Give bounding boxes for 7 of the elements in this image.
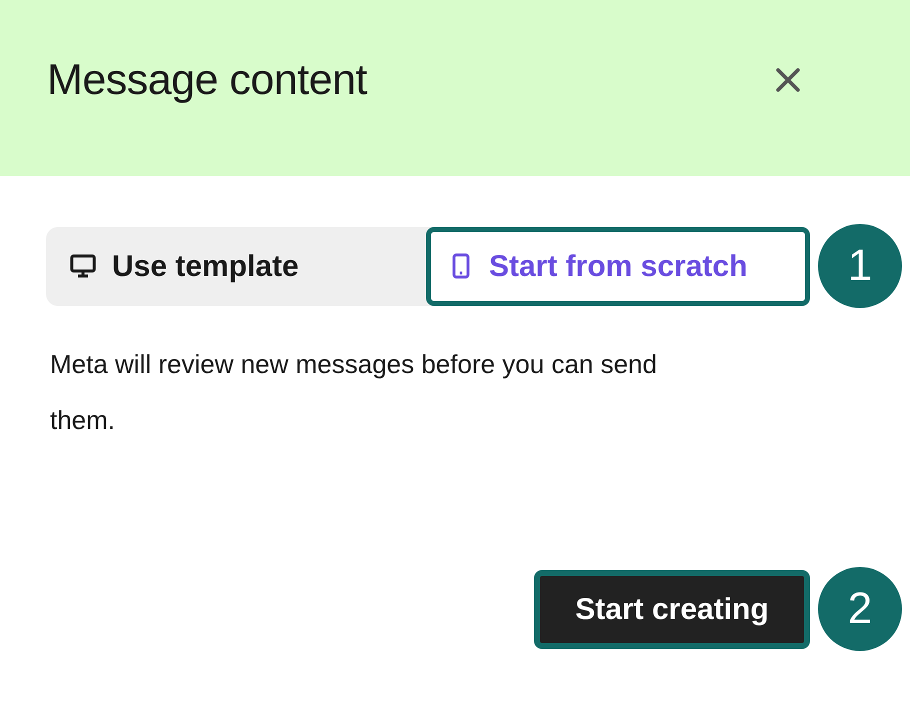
notice-text: Meta will review new messages before you can send them.: [50, 348, 658, 437]
start-creating-button[interactable]: Start creating: [534, 570, 810, 648]
dialog-title: Message content: [47, 54, 367, 106]
step-badge: 1: [818, 224, 902, 308]
tab[interactable]: Start from scratch: [426, 226, 810, 306]
step-badge: 2: [818, 567, 902, 651]
tab[interactable]: Use template: [46, 226, 426, 306]
